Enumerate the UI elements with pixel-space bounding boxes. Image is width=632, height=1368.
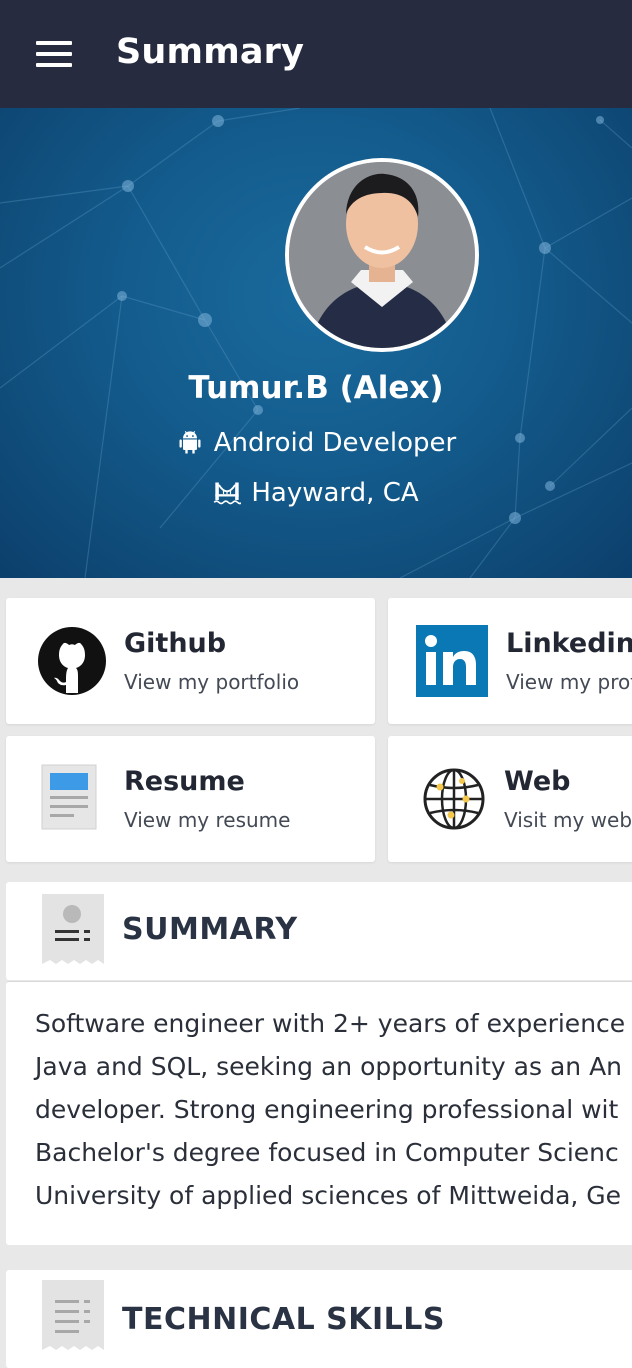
linkedin-title: Linkedin — [506, 628, 632, 659]
menu-button[interactable] — [24, 30, 84, 78]
summary-line: Software engineer with 2+ years of exper… — [35, 1009, 626, 1038]
github-title: Github — [124, 628, 227, 659]
web-card[interactable]: Web Visit my webs — [388, 736, 632, 862]
summary-body: Software engineer with 2+ years of exper… — [6, 981, 632, 1245]
location-label: Hayward, CA — [251, 478, 419, 508]
summary-section-header: SUMMARY — [6, 882, 632, 980]
summary-line: Bachelor's degree focused in Computer Sc… — [35, 1138, 619, 1167]
id-badge-icon — [42, 894, 104, 964]
app-bar: Summary — [0, 0, 632, 108]
globe-icon — [423, 768, 485, 830]
resume-card[interactable]: Resume View my resume — [6, 736, 375, 862]
summary-line: developer. Strong engineering profession… — [35, 1095, 619, 1124]
technical-skills-section-header: TECHNICAL SKILLS — [6, 1270, 632, 1368]
summary-line: University of applied sciences of Mittwe… — [35, 1181, 622, 1210]
summary-title: SUMMARY — [122, 912, 298, 947]
summary-text: Software engineer with 2+ years of exper… — [35, 1002, 632, 1217]
linkedin-card[interactable]: Linkedin View my profi — [388, 598, 632, 724]
profile-location: Hayward, CA — [0, 478, 632, 508]
page-title: Summary — [116, 32, 305, 72]
hamburger-menu-icon — [36, 41, 72, 67]
linkedin-icon — [416, 625, 488, 697]
document-icon — [41, 764, 97, 830]
github-subtitle: View my portfolio — [124, 670, 300, 694]
summary-line: Java and SQL, seeking an opportunity as … — [35, 1052, 623, 1081]
avatar — [285, 158, 479, 352]
resume-title: Resume — [124, 766, 245, 797]
resume-subtitle: View my resume — [124, 808, 291, 832]
role-label: Android Developer — [213, 428, 457, 458]
linkedin-subtitle: View my profi — [506, 670, 632, 694]
technical-skills-title: TECHNICAL SKILLS — [122, 1302, 445, 1337]
web-subtitle: Visit my webs — [504, 808, 632, 832]
android-icon — [179, 431, 201, 454]
web-title: Web — [504, 766, 571, 797]
bridge-icon — [213, 482, 242, 505]
list-document-icon — [42, 1280, 104, 1350]
profile-name: Tumur.B (Alex) — [188, 370, 444, 406]
profile-role: Android Developer — [0, 428, 632, 458]
github-card[interactable]: Github View my portfolio — [6, 598, 375, 724]
profile-header: Tumur.B (Alex) Android Developer Hayward… — [0, 108, 632, 578]
github-icon — [38, 627, 106, 695]
